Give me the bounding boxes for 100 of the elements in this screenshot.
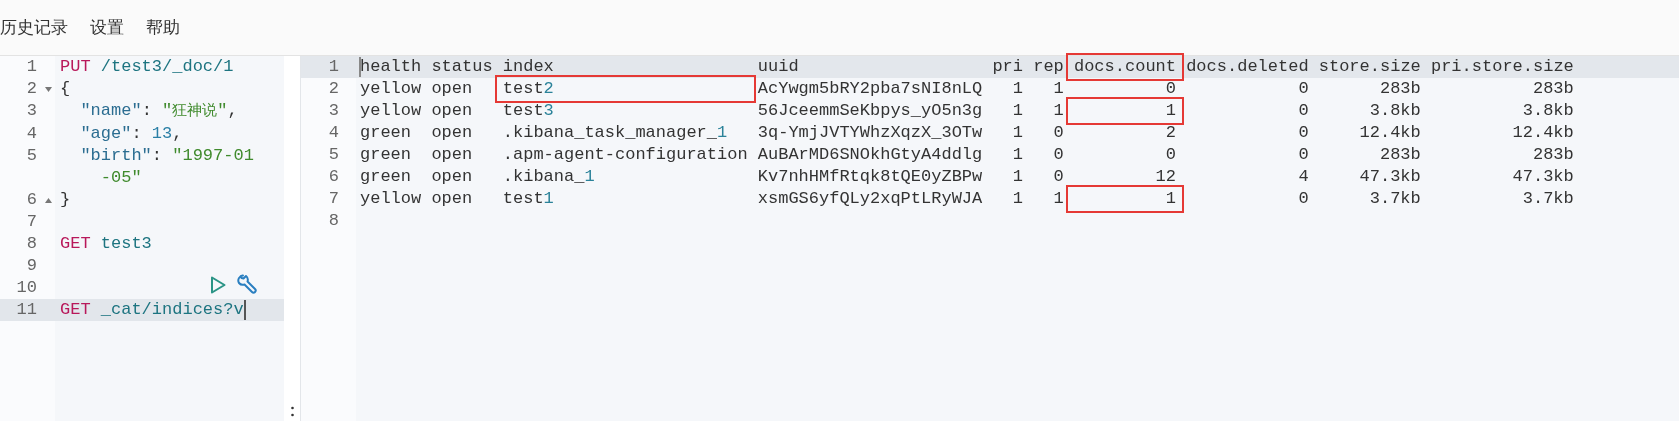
line-number: 2 [327, 78, 339, 100]
code-line: PUT /test3/_doc/1 [60, 56, 235, 78]
line-number: 6 [25, 189, 37, 211]
output-cell: open [431, 167, 473, 186]
column-header: store.size [1318, 57, 1421, 76]
line-number: 4 [25, 123, 37, 145]
output-cell: Kv7nhHMfRtqk8tQE0yZBPw [757, 167, 983, 186]
output-cell: open [431, 189, 473, 208]
line-number: 8 [25, 233, 37, 255]
code-line: "age": 13, [79, 123, 184, 145]
output-cell: 0 [1053, 123, 1064, 142]
menu-item[interactable]: 设置 [90, 14, 124, 41]
output-cell: 0 [1298, 123, 1309, 142]
output-cell: 47.3kb [1512, 167, 1574, 186]
output-cell: 0 [1298, 79, 1309, 98]
output-cell: .apm-agent-configuration [502, 145, 748, 164]
output-cell: .kibana_1 [502, 167, 595, 186]
output-cell: 47.3kb [1359, 167, 1421, 186]
output-cell: 283b [1532, 79, 1574, 98]
output-cell: 1 [1053, 79, 1064, 98]
line-number: 1 [25, 56, 37, 78]
code-line: GET _cat/indices?v [60, 299, 247, 321]
text-cursor [359, 57, 361, 77]
output-cell: 1 [1165, 189, 1176, 208]
output-cell: 0 [1053, 167, 1064, 186]
output-cell: yellow [360, 101, 422, 120]
output-cell: 2 [1165, 123, 1176, 142]
line-number: 5 [327, 144, 339, 166]
line-number: 6 [327, 166, 339, 188]
output-cell: 283b [1379, 145, 1421, 164]
output-cell: 1 [1012, 79, 1023, 98]
output-cell: AuBArMD6SNOkhGtyA4ddlg [757, 145, 983, 164]
output-cell: 3.8kb [1369, 101, 1421, 120]
output-cell: test2 [502, 79, 554, 98]
output-cell: 1 [1012, 189, 1023, 208]
output-cell: 56JceemmSeKbpys_yO5n3g [757, 101, 983, 120]
line-number: 4 [327, 122, 339, 144]
output-cell: 1 [1165, 101, 1176, 120]
line-number: 1 [327, 56, 339, 78]
output-cell: 1 [1053, 189, 1064, 208]
output-cell: green [360, 145, 411, 164]
output-cell: 0 [1298, 145, 1309, 164]
output-cell: open [431, 101, 473, 120]
output-cell: green [360, 123, 411, 142]
output-cell: 0 [1298, 189, 1309, 208]
output-cell: 1 [1053, 101, 1064, 120]
output-cell: 4 [1298, 167, 1309, 186]
line-number: 7 [25, 211, 37, 233]
resize-handle-icon[interactable] [290, 406, 294, 417]
output-cell: 0 [1165, 79, 1176, 98]
output-cell: 283b [1532, 145, 1574, 164]
wrench-icon[interactable] [234, 273, 258, 297]
output-cell: 0 [1165, 145, 1176, 164]
output-cell: 0 [1053, 145, 1064, 164]
code-line: "name": "狂神说", [79, 100, 239, 122]
line-number: 3 [25, 100, 37, 122]
fold-up-icon[interactable] [45, 197, 52, 203]
output-cell: 3q-YmjJVTYWhzXqzX_3OTw [757, 123, 983, 142]
column-header: health [360, 57, 422, 76]
output-cell: 0 [1298, 101, 1309, 120]
line-number: 10 [15, 277, 37, 299]
column-header: docs.count [1073, 57, 1176, 76]
line-number: 5 [25, 145, 37, 167]
line-number: 9 [25, 255, 37, 277]
output-cell: 12 [1155, 167, 1176, 186]
output-cell: test1 [502, 189, 554, 208]
column-header: rep [1033, 57, 1064, 76]
output-cell: 1 [1012, 123, 1023, 142]
output-cell: green [360, 167, 411, 186]
line-number: 8 [327, 210, 339, 232]
line-number: 3 [327, 100, 339, 122]
code-line: } [60, 189, 72, 211]
code-line: "birth": "1997-01-05" [79, 145, 255, 189]
output-cell: 3.7kb [1522, 189, 1574, 208]
menu-item[interactable]: 历史记录 [0, 14, 68, 41]
line-number: 2 [25, 78, 37, 100]
output-cell: yellow [360, 189, 422, 208]
column-header: pri.store.size [1430, 57, 1574, 76]
output-cell: 3.7kb [1369, 189, 1421, 208]
output-cell: .kibana_task_manager_1 [502, 123, 728, 142]
output-cell: 12.4kb [1359, 123, 1421, 142]
output-cell: 1 [1012, 167, 1023, 186]
output-cell: 12.4kb [1512, 123, 1574, 142]
fold-down-icon[interactable] [45, 86, 52, 92]
column-header: uuid [757, 57, 799, 76]
output-cell: 283b [1379, 79, 1421, 98]
code-line: GET test3 [60, 233, 153, 255]
output-cell: 1 [1012, 145, 1023, 164]
column-header: status [431, 57, 493, 76]
output-cell: test3 [502, 101, 554, 120]
code-line: { [60, 78, 72, 100]
output-cell: xsmGS6yfQLy2xqPtLRyWJA [757, 189, 983, 208]
text-cursor [243, 299, 246, 320]
column-header: pri [992, 57, 1023, 76]
menu-item[interactable]: 帮助 [146, 14, 180, 41]
column-header: docs.deleted [1186, 57, 1309, 76]
line-number: 11 [15, 299, 37, 321]
output-cell: open [431, 79, 473, 98]
play-icon[interactable] [210, 276, 226, 294]
output-cell: yellow [360, 79, 422, 98]
